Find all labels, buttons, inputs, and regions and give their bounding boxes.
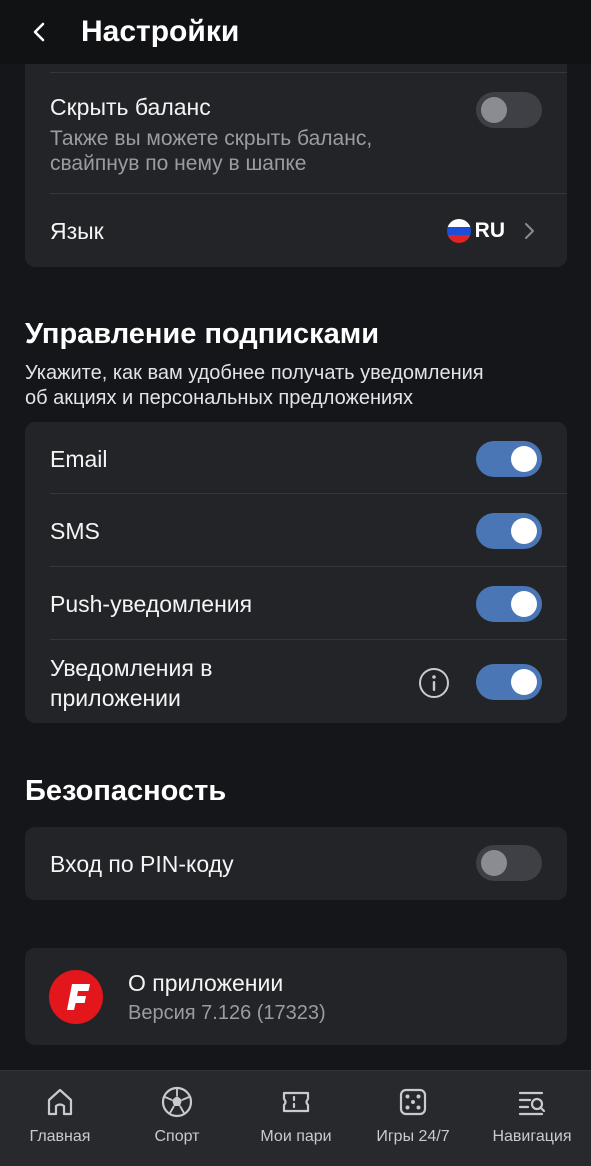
in-app-notifications-label-2: приложении bbox=[50, 685, 181, 711]
push-notifications-toggle[interactable] bbox=[476, 586, 542, 622]
soccer-ball-icon bbox=[161, 1086, 193, 1118]
language-value: RU bbox=[474, 219, 505, 242]
language-label: Язык bbox=[50, 218, 104, 244]
toggle-knob bbox=[511, 669, 537, 695]
hide-balance-description-2: свайпнув по нему в шапке bbox=[50, 152, 307, 175]
pin-login-toggle[interactable] bbox=[476, 845, 542, 881]
hide-balance-label: Скрыть баланс bbox=[50, 94, 211, 120]
in-app-notifications-label-1: Уведомления в bbox=[50, 655, 213, 681]
top-app-bar: Настройки bbox=[0, 0, 591, 64]
toggle-knob bbox=[481, 850, 507, 876]
toggle-knob bbox=[511, 518, 537, 544]
divider bbox=[50, 193, 567, 194]
about-app-title: О приложении bbox=[128, 970, 284, 996]
divider bbox=[50, 493, 567, 494]
menu-search-icon bbox=[518, 1091, 546, 1116]
email-toggle[interactable] bbox=[476, 441, 542, 477]
back-button[interactable] bbox=[22, 14, 58, 50]
about-app-card[interactable]: О приложении Версия 7.126 (17323) bbox=[25, 948, 567, 1045]
app-logo-icon bbox=[49, 970, 103, 1024]
hide-balance-toggle[interactable] bbox=[476, 92, 542, 128]
security-section-title: Безопасность bbox=[25, 775, 227, 807]
subscriptions-section-title: Управление подписками bbox=[25, 318, 380, 350]
general-settings-card: Скрыть баланс Также вы можете скрыть бал… bbox=[25, 40, 567, 267]
in-app-notifications-toggle[interactable] bbox=[476, 664, 542, 700]
home-icon bbox=[47, 1088, 73, 1116]
pin-login-label: Вход по PIN-коду bbox=[50, 851, 234, 877]
ticket-icon bbox=[282, 1091, 310, 1113]
app-version: Версия 7.126 (17323) bbox=[128, 1002, 326, 1024]
divider bbox=[50, 639, 567, 640]
bottom-tab-bar: Главная Спорт Мои пари Игры 24/7 Навигац… bbox=[0, 1070, 591, 1166]
divider bbox=[50, 566, 567, 567]
toggle-knob bbox=[511, 591, 537, 617]
sms-toggle[interactable] bbox=[476, 513, 542, 549]
tab-games[interactable]: Игры 24/7 bbox=[363, 1071, 463, 1166]
chevron-right-icon bbox=[525, 223, 534, 239]
page-title: Настройки bbox=[81, 15, 240, 48]
tab-sport-label: Спорт bbox=[154, 1128, 200, 1145]
divider bbox=[50, 72, 567, 73]
hide-balance-description-1: Также вы можете скрыть баланс, bbox=[50, 127, 373, 150]
dice-icon bbox=[399, 1088, 427, 1116]
subscriptions-description-1: Укажите, как вам удобнее получать уведом… bbox=[25, 362, 484, 384]
sms-label: SMS bbox=[50, 518, 100, 544]
subscriptions-card: Email SMS Push-уведомления Уведомления в… bbox=[25, 422, 567, 723]
russia-flag-icon bbox=[447, 219, 471, 243]
info-icon[interactable] bbox=[418, 667, 450, 699]
email-label: Email bbox=[50, 446, 108, 472]
push-notifications-label: Push-уведомления bbox=[50, 591, 253, 617]
tab-my-bets-label: Мои пари bbox=[260, 1128, 332, 1145]
toggle-knob bbox=[481, 97, 507, 123]
security-card: Вход по PIN-коду bbox=[25, 827, 567, 900]
tab-my-bets[interactable]: Мои пари bbox=[246, 1071, 346, 1166]
tab-sport[interactable]: Спорт bbox=[127, 1071, 227, 1166]
tab-home[interactable]: Главная bbox=[10, 1071, 110, 1166]
tab-home-label: Главная bbox=[29, 1128, 91, 1145]
toggle-knob bbox=[511, 446, 537, 472]
subscriptions-description-2: об акциях и персональных предложениях bbox=[25, 387, 414, 409]
tab-navigation-label: Навигация bbox=[492, 1128, 572, 1145]
back-arrow-icon bbox=[33, 22, 45, 42]
tab-games-label: Игры 24/7 bbox=[376, 1128, 450, 1145]
tab-navigation[interactable]: Навигация bbox=[482, 1071, 582, 1166]
